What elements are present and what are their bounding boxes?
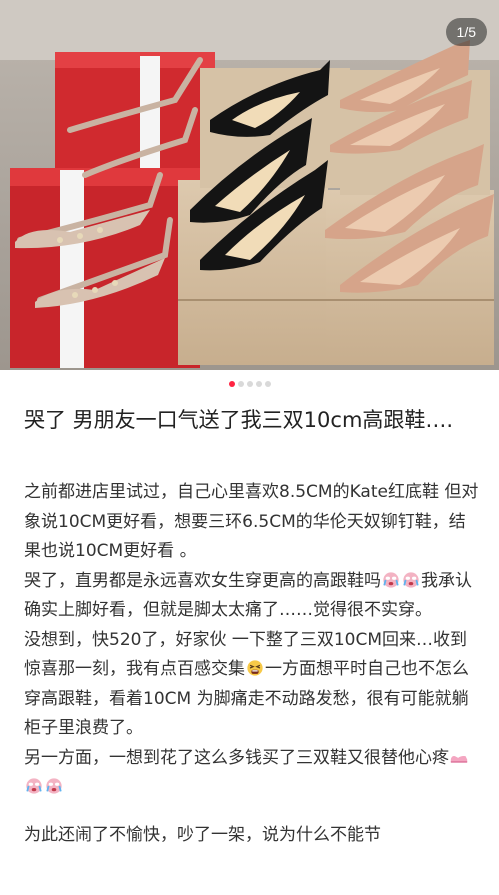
post-photo[interactable]: 1/5 [0,0,499,370]
post-text: 哭了，直男都是永远喜欢女生穿更高的高跟鞋吗 [24,570,381,591]
image-counter-badge: 1/5 [445,18,487,46]
carousel-dot[interactable] [264,381,271,387]
post-paragraph: 哭了，直男都是永远喜欢女生穿更高的高跟鞋吗 我承认确实上脚好看，但就是脚太太痛了…… [24,567,482,626]
post-paragraph: 为此还闹了不愉快，吵了一架，说为什么不能节 [24,824,381,845]
crying-face-icon [383,571,399,588]
crying-face-icon [403,571,419,588]
crying-face-icon [46,778,62,794]
post-title: 哭了 男朋友一口气送了我三双10cm高跟鞋…. [24,408,454,432]
post-paragraph: 另一方面，一想到花了这么多钱买了三双鞋又很替他心疼 [24,744,482,803]
carousel-indicator [0,378,499,390]
carousel-dot[interactable] [246,381,253,387]
crying-face-icon [26,778,42,794]
shoes-photo-image [0,0,499,370]
post-paragraph: 没想到，快520了，好家伙 一下整了三双10CM回来…收到惊喜那一刻，我有点百感… [24,626,482,744]
pink-shoe-icon [450,755,468,763]
carousel-dot[interactable] [237,381,244,387]
carousel-dot[interactable] [255,381,262,387]
post-text: 另一方面，一想到花了这么多钱买了三双鞋又很替他心疼 [24,747,449,768]
carousel-dot[interactable] [228,381,235,387]
post-paragraph: 之前都进店里试过，自己心里喜欢8.5CM的Kate红底鞋 但对象说10CM更好看… [24,482,479,561]
post-content: 之前都进店里试过，自己心里喜欢8.5CM的Kate红底鞋 但对象说10CM更好看… [24,478,482,850]
tired-face-icon [247,660,263,676]
